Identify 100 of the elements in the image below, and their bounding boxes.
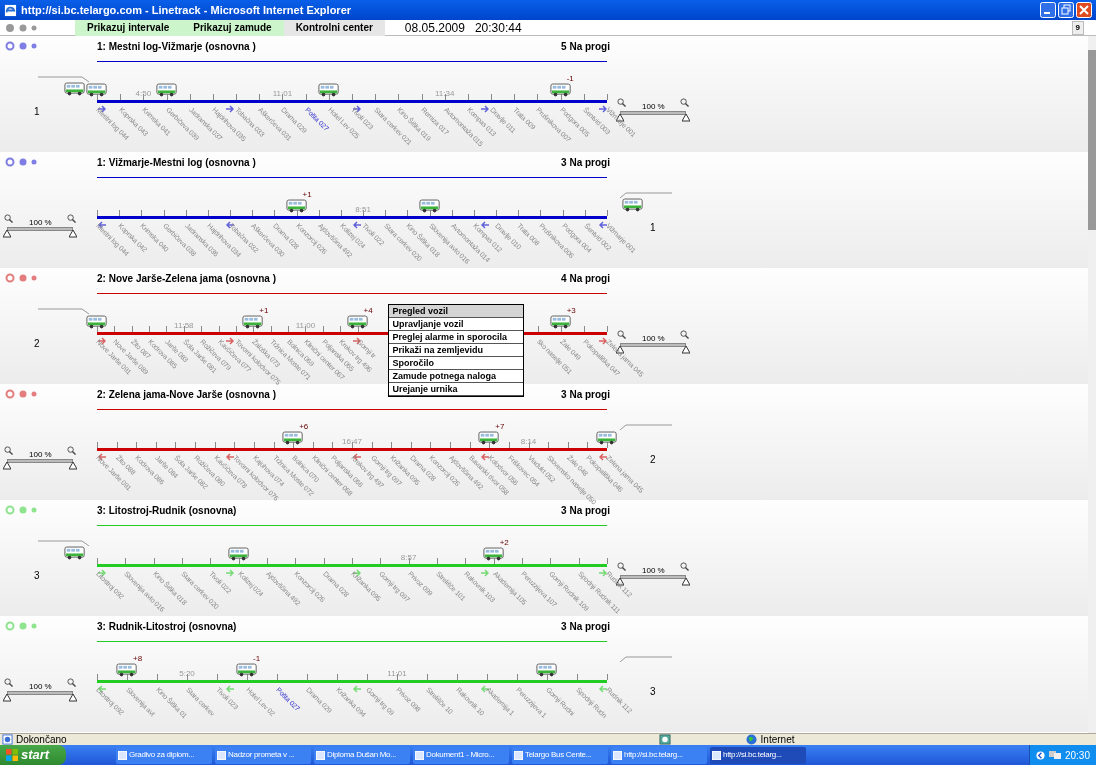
zoom-in-icon[interactable] (67, 678, 76, 687)
slider-handle[interactable] (682, 578, 690, 586)
interval-time: 11:58 (174, 320, 194, 332)
zoom-in-icon[interactable] (680, 98, 689, 107)
taskbar-item[interactable]: Dokument1 - Micro... (413, 746, 509, 764)
restore-icon[interactable] (1058, 2, 1074, 18)
direction-arrow-icon (225, 453, 234, 461)
zoom-in-icon[interactable] (67, 446, 76, 455)
menu-item[interactable]: Upravljanje vozil (388, 318, 523, 331)
depot-count: 3 (650, 685, 656, 699)
stop-tick (127, 674, 128, 680)
slider-handle[interactable] (3, 462, 11, 470)
taskbar-item[interactable]: Telargo Bus Cente... (512, 746, 608, 764)
menu-item[interactable]: Sporočilo (388, 357, 523, 370)
vehicle-count: 3 Na progi (561, 619, 610, 634)
bus-icon[interactable] (155, 83, 178, 97)
stop-tick (238, 558, 240, 564)
stop-tick (296, 210, 298, 216)
bus-icon[interactable] (482, 547, 505, 561)
bus-icon[interactable] (116, 663, 138, 677)
delay-value: -1 (566, 73, 574, 85)
scrollbar-thumb[interactable] (1088, 50, 1096, 230)
slider-handle[interactable] (616, 346, 624, 354)
interval-time: 8:51 (355, 204, 371, 216)
zoom-in-icon[interactable] (67, 214, 76, 223)
menu-item[interactable]: Zamude potnega naloga (388, 370, 523, 383)
taskbar-item[interactable]: http://si.bc.telarg... (710, 746, 806, 764)
zoom-out-icon[interactable] (4, 678, 13, 687)
slider-handle[interactable] (616, 578, 624, 586)
zoom-in-icon[interactable] (680, 330, 689, 339)
stop-tick (607, 442, 608, 448)
stop-tick (253, 326, 255, 332)
depot-count: 1 (34, 105, 40, 119)
zoom-out-icon[interactable] (617, 98, 626, 107)
taskbar-item[interactable]: http://si.bc.telarg... (611, 746, 707, 764)
bus-icon[interactable] (64, 82, 86, 96)
zoom-out-icon[interactable] (4, 446, 13, 455)
slider-handle[interactable] (69, 230, 77, 238)
zone-label: Internet (760, 733, 795, 747)
bus-icon[interactable] (536, 663, 558, 677)
bus-icon[interactable] (227, 547, 250, 561)
network-icon[interactable] (1048, 750, 1061, 760)
bus-icon[interactable] (317, 83, 340, 97)
stop-tick (489, 442, 491, 448)
zoom-level: 100 % (642, 565, 665, 577)
direction-arrow-icon (480, 221, 489, 229)
slider-handle[interactable] (682, 346, 690, 354)
stop-tick (560, 326, 562, 332)
line-title: 2: Zelena jama-Nove Jarše (osnovna ) (97, 387, 276, 402)
menu-item[interactable]: Preglej alarme in sporocila (388, 331, 523, 344)
direction-arrow-icon (353, 569, 361, 577)
scrollbar[interactable] (1088, 36, 1096, 733)
slider-handle[interactable] (69, 694, 77, 702)
bus-icon[interactable] (622, 198, 644, 212)
zoom-in-icon[interactable] (680, 562, 689, 571)
zoom-level: 100 % (642, 333, 665, 345)
interval-time: 16:47 (342, 436, 362, 448)
line-title: 1: Vižmarje-Mestni log (osnovna ) (97, 155, 256, 170)
bus-icon[interactable] (64, 546, 86, 560)
menu-item[interactable]: Urejanje urnika (388, 383, 523, 396)
bus-icon[interactable] (242, 315, 265, 329)
stop-tick (429, 210, 431, 216)
interval-time: 11:00 (295, 320, 316, 332)
bus-icon[interactable] (282, 431, 305, 445)
bus-icon[interactable] (418, 199, 441, 213)
zoom-out-icon[interactable] (4, 214, 13, 223)
close-icon[interactable] (1076, 2, 1092, 18)
menu-item[interactable]: Prikaži na zemljevidu (388, 344, 523, 357)
start-button[interactable]: start (0, 745, 66, 765)
taskbar-item[interactable]: Gradivo za diplom... (116, 746, 212, 764)
menu-item[interactable]: Pregled vozil (388, 305, 523, 318)
slider-handle[interactable] (3, 694, 11, 702)
windows-logo-icon (6, 749, 18, 761)
zoom-out-icon[interactable] (617, 330, 626, 339)
bus-icon[interactable] (549, 83, 572, 97)
taskbar-item[interactable]: Diploma Dušan Mo... (314, 746, 410, 764)
bus-icon[interactable] (236, 663, 258, 677)
slider-handle[interactable] (69, 462, 77, 470)
minimize-icon[interactable] (1040, 2, 1056, 18)
line-title: 3: Rudnik-Litostroj (osnovna) (97, 619, 237, 634)
slider-handle[interactable] (682, 114, 690, 122)
stop-tick (97, 326, 98, 332)
globe-icon (745, 734, 757, 745)
bus-icon[interactable] (346, 315, 369, 329)
slider-handle[interactable] (616, 114, 624, 122)
window-title: http://si.bc.telargo.com - Linetrack - Microsoft Internet Explorer (21, 2, 352, 18)
zoom-out-icon[interactable] (617, 562, 626, 571)
expand-tray-icon[interactable] (1035, 750, 1045, 760)
vehicle-count: 5 Na progi (561, 39, 610, 54)
slider-handle[interactable] (3, 230, 11, 238)
zoom-level: 100 % (29, 449, 52, 461)
bus-icon[interactable] (478, 431, 501, 445)
bus-icon[interactable] (549, 315, 572, 329)
bus-icon[interactable] (86, 83, 108, 97)
depot-outline (38, 308, 90, 314)
bus-icon[interactable] (596, 431, 618, 445)
bus-icon[interactable] (285, 199, 308, 213)
taskbar-item[interactable]: Nadzor prometa v ... (215, 746, 311, 764)
bus-icon[interactable] (86, 315, 108, 329)
direction-arrow-icon (225, 569, 234, 577)
